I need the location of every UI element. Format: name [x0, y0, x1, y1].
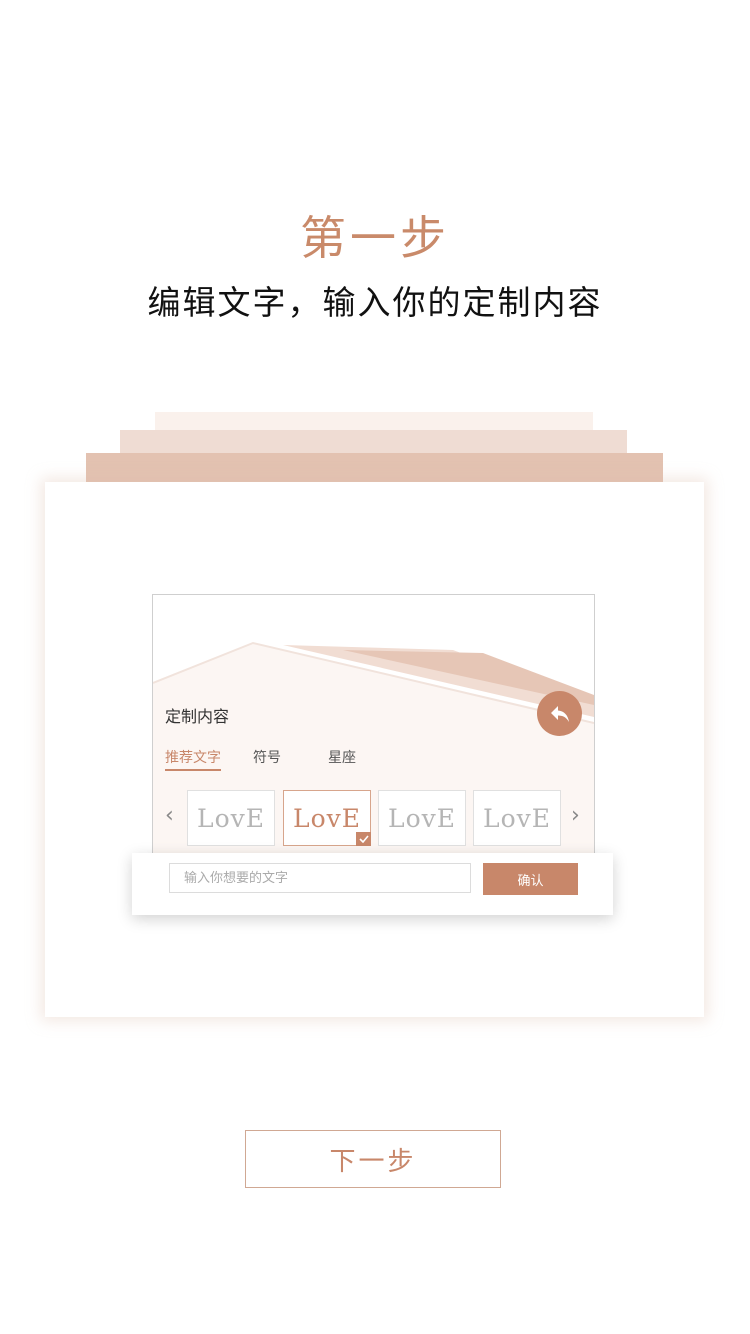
card-stack-layer-back — [155, 412, 593, 432]
text-option[interactable]: LovE — [473, 790, 561, 846]
text-option[interactable]: LovE — [187, 790, 275, 846]
checkmark-icon — [356, 832, 371, 846]
tab-symbols[interactable]: 符号 — [253, 747, 281, 767]
tab-constellations[interactable]: 星座 — [328, 747, 356, 767]
confirm-button[interactable]: 确认 — [483, 863, 578, 895]
text-option-label: LovE — [196, 803, 266, 833]
text-option-selected[interactable]: LovE — [283, 790, 371, 846]
text-option[interactable]: LovE — [378, 790, 466, 846]
next-step-button[interactable]: 下一步 — [245, 1130, 501, 1188]
back-button[interactable] — [537, 691, 582, 736]
step-subtitle: 编辑文字，输入你的定制内容 — [147, 283, 603, 322]
text-option-label: LovE — [292, 803, 362, 833]
tab-recommended-text[interactable]: 推荐文字 — [165, 747, 221, 771]
mockup-title: 定制内容 — [165, 707, 230, 726]
reply-arrow-icon — [550, 705, 569, 722]
text-input-panel: 确认 — [132, 853, 613, 915]
text-option-label: LovE — [482, 803, 552, 833]
step-title: 第一步 — [300, 211, 450, 265]
custom-text-input[interactable] — [169, 863, 471, 893]
editor-mockup: 定制内容 推荐文字 符号 星座 ‹ LovE LovE LovE LovE › — [152, 594, 595, 866]
chevron-right-icon[interactable]: › — [571, 803, 580, 828]
card-stack-layer-front — [86, 453, 663, 483]
text-option-label: LovE — [387, 803, 457, 833]
chevron-left-icon[interactable]: ‹ — [165, 803, 174, 828]
